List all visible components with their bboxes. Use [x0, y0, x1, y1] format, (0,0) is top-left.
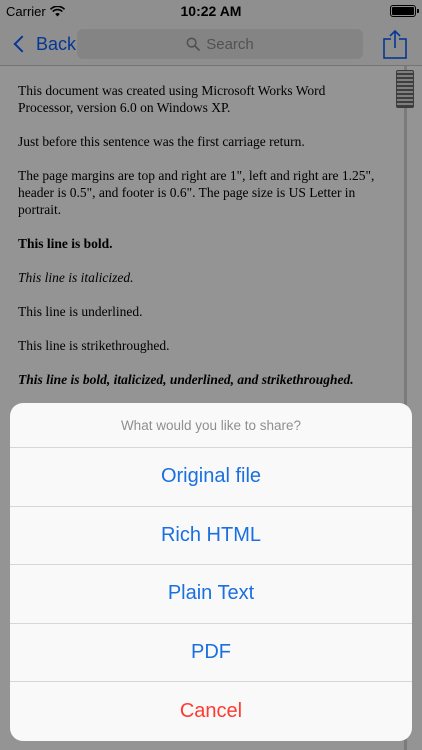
cancel-button[interactable]: Cancel: [10, 682, 412, 741]
pdf-option[interactable]: PDF: [10, 624, 412, 682]
rich-html-option[interactable]: Rich HTML: [10, 507, 412, 565]
plain-text-option[interactable]: Plain Text: [10, 565, 412, 624]
action-sheet-title: What would you like to share?: [10, 403, 412, 448]
share-action-sheet: What would you like to share? Original f…: [10, 403, 412, 741]
original-file-option[interactable]: Original file: [10, 448, 412, 507]
